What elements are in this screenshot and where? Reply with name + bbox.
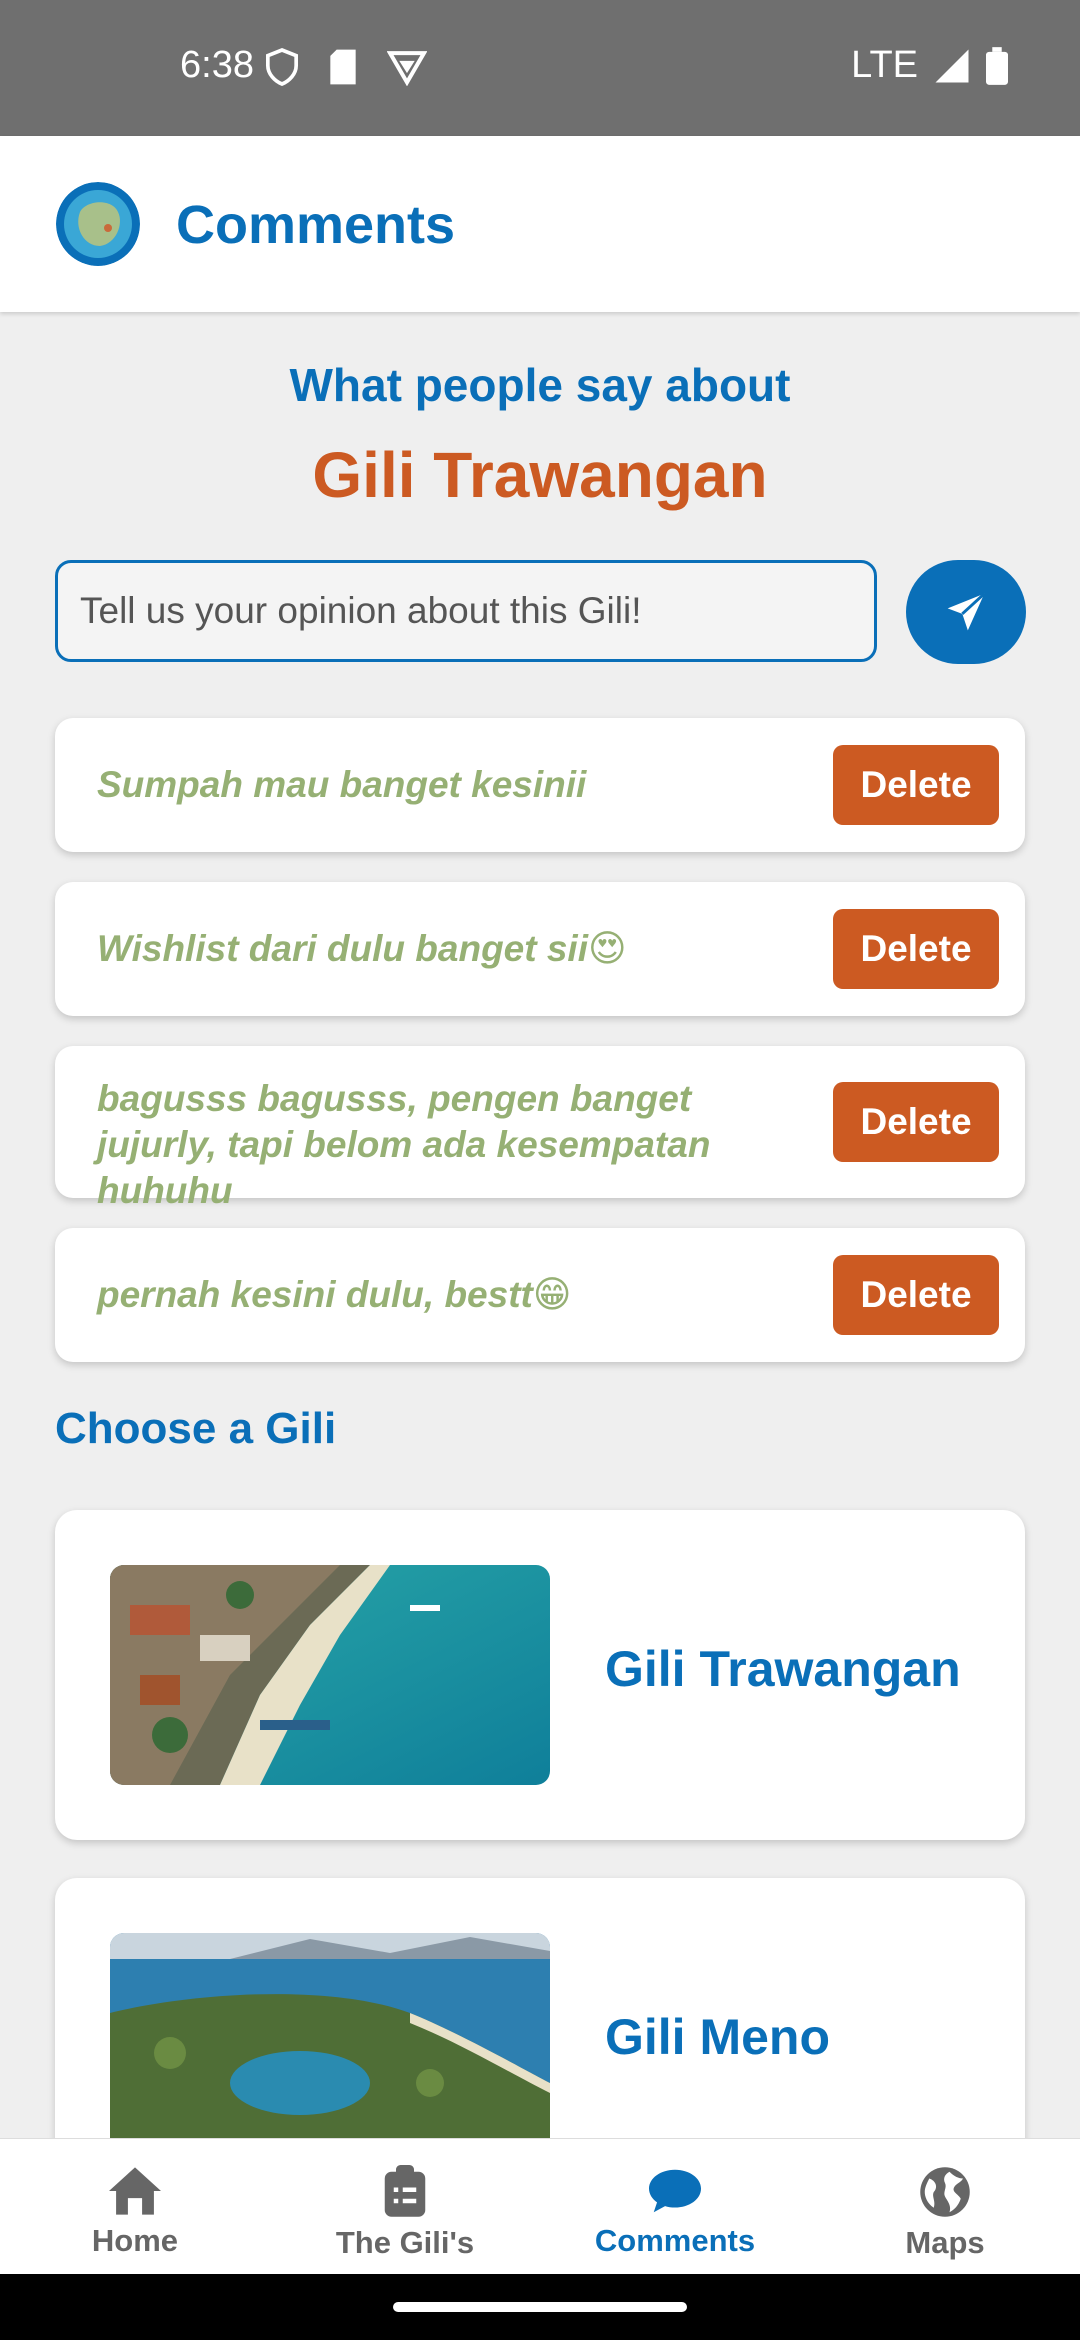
comment-input[interactable] [58, 563, 874, 659]
comment-card: bagusss bagusss, pengen banget jujurly, … [55, 1046, 1025, 1211]
nav-item-comments[interactable]: Comments [540, 2139, 810, 2274]
battery-icon [986, 46, 1008, 85]
gili-meno-image [110, 1933, 550, 2138]
gili-card-name: Gili Meno [605, 2009, 830, 2065]
delete-button[interactable]: Delete [833, 909, 999, 989]
shield-icon [265, 48, 299, 86]
gili-card-trawangan[interactable]: Gili Trawangan [55, 1510, 1025, 1840]
status-notification-icons [265, 48, 427, 86]
section-title-choose-gili: Choose a Gili [55, 1404, 337, 1453]
app-bar: Comments [0, 136, 1080, 312]
nav-label-the-gilis: The Gili's [335, 2225, 475, 2260]
comment-text: Wishlist dari dulu banget sii😍 [97, 928, 627, 969]
gili-card-meno[interactable]: Gili Meno [55, 1878, 1025, 2138]
main-content[interactable]: What people say about Gili Trawangan Sum… [0, 312, 1080, 2138]
comment-card: Wishlist dari dulu banget sii😍 Delete [55, 882, 1025, 1016]
delete-button[interactable]: Delete [833, 1255, 999, 1335]
page-title: Comments [176, 195, 456, 255]
gili-island-logo-icon [56, 182, 140, 266]
nav-item-home[interactable]: Home [0, 2139, 270, 2274]
status-right: LTE [851, 44, 1008, 87]
comment-text: pernah kesini dulu, bestt😁 [97, 1274, 572, 1315]
send-icon [947, 592, 986, 631]
vpn-icon [387, 51, 427, 86]
status-time: 6:38 [180, 44, 254, 86]
chat-bubble-icon [649, 2169, 701, 2213]
status-bar: 6:38 LTE [0, 0, 1080, 136]
bottom-navigation: Home The Gili's Comments Maps [0, 2138, 1080, 2274]
network-type: LTE [851, 44, 918, 86]
comment-input-wrapper[interactable] [55, 560, 877, 662]
nav-label-comments: Comments [594, 2223, 756, 2258]
comment-text: bagusss bagusss, pengen banget jujurly, … [97, 1078, 711, 1211]
nav-item-the-gilis[interactable]: The Gili's [270, 2139, 540, 2274]
delete-button[interactable]: Delete [833, 1082, 999, 1162]
signal-icon [935, 49, 969, 82]
gili-trawangan-image [110, 1565, 550, 1785]
globe-icon [920, 2167, 970, 2217]
sd-card-icon [330, 49, 356, 85]
gili-card-name: Gili Trawangan [605, 1641, 961, 1697]
clipboard-list-icon [384, 2165, 426, 2217]
comment-card: Sumpah mau banget kesinii Delete [55, 718, 1025, 852]
send-button[interactable] [906, 560, 1026, 664]
subtitle-heading: What people say about [289, 359, 791, 411]
comment-card: pernah kesini dulu, bestt😁 Delete [55, 1228, 1025, 1362]
nav-label-maps: Maps [905, 2225, 985, 2260]
comment-text: Sumpah mau banget kesinii [97, 764, 587, 805]
gesture-handle[interactable] [393, 2302, 687, 2312]
system-gesture-bar [0, 2274, 1080, 2340]
home-icon [109, 2167, 161, 2215]
gili-title: Gili Trawangan [312, 439, 768, 511]
delete-button[interactable]: Delete [833, 745, 999, 825]
nav-item-maps[interactable]: Maps [810, 2139, 1080, 2274]
nav-label-home: Home [91, 2223, 179, 2258]
